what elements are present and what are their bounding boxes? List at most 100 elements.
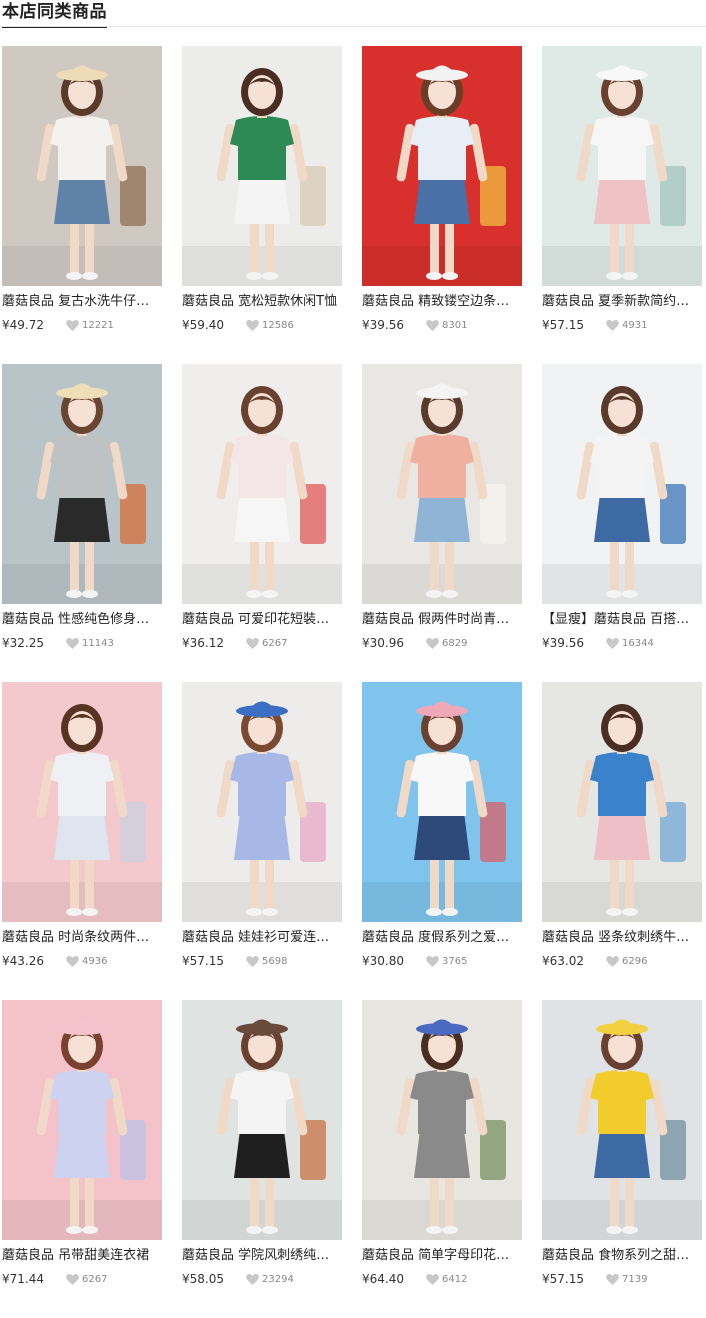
product-image[interactable] xyxy=(542,46,702,286)
product-title[interactable]: 蘑菇良品 复古水洗牛仔半身裙 xyxy=(2,293,162,311)
product-image[interactable] xyxy=(362,364,522,604)
product-image[interactable] xyxy=(2,682,162,922)
product-title[interactable]: 蘑菇良品 宽松短款休闲T恤 xyxy=(182,293,342,311)
product-title[interactable]: 蘑菇良品 学院风刺绣纯色上衣 xyxy=(182,1247,342,1265)
model-shoe-right xyxy=(262,590,278,598)
model-shoe-right xyxy=(82,1226,98,1234)
heart-icon xyxy=(246,1273,259,1285)
product-title[interactable]: 蘑菇良品 吊带甜美连衣裙 xyxy=(2,1247,162,1265)
model-shoe-left xyxy=(606,590,622,598)
like-count: 7139 xyxy=(606,1273,647,1285)
product-card[interactable]: 蘑菇良品 可爱印花短裝吊带 ¥36.12 6267 xyxy=(182,364,342,682)
model-shoe-right xyxy=(262,1226,278,1234)
product-card[interactable]: 蘑菇良品 宽松短款休闲T恤 ¥59.40 12586 xyxy=(182,46,342,364)
product-card[interactable]: 蘑菇良品 食物系列之甜品T恤 ¥57.15 7139 xyxy=(542,1000,702,1318)
like-count-value: 6296 xyxy=(622,955,648,967)
like-count: 12221 xyxy=(66,319,114,331)
model-bottom xyxy=(54,812,110,860)
product-title[interactable]: 蘑菇良品 娃娃衫可爱连衣裙 xyxy=(182,929,342,947)
product-price: ¥30.96 xyxy=(362,636,404,650)
product-card[interactable]: 蘑菇良品 时尚条纹两件套连衣裙 ¥43.26 4936 xyxy=(2,682,162,1000)
product-title[interactable]: 蘑菇良品 可爱印花短裝吊带 xyxy=(182,611,342,629)
product-image[interactable] xyxy=(182,364,342,604)
product-meta: ¥36.12 6267 xyxy=(182,635,342,651)
product-image[interactable] xyxy=(362,1000,522,1240)
like-count: 23294 xyxy=(246,1273,294,1285)
product-price: ¥58.05 xyxy=(182,1272,224,1286)
product-title[interactable]: 蘑菇良品 假两件时尚青春T恤 xyxy=(362,611,522,629)
heart-icon xyxy=(246,955,259,967)
product-image[interactable] xyxy=(542,364,702,604)
product-image[interactable] xyxy=(362,682,522,922)
product-card[interactable]: 【显瘦】蘑菇良品 百搭牛仔短裤 ¥39.56 16344 xyxy=(542,364,702,682)
like-count-value: 4931 xyxy=(622,319,648,331)
product-image[interactable] xyxy=(2,1000,162,1240)
heart-icon xyxy=(606,1273,619,1285)
product-card[interactable]: 蘑菇良品 简单字母印花连衣裙 ¥64.40 6412 xyxy=(362,1000,522,1318)
product-title[interactable]: 蘑菇良品 竖条纹刺绣牛仔半身裙 xyxy=(542,929,702,947)
product-card[interactable]: 蘑菇良品 精致镂空边条纹上衣 ¥39.56 8301 xyxy=(362,46,522,364)
model-top xyxy=(410,752,474,816)
product-card[interactable]: 蘑菇良品 学院风刺绣纯色上衣 ¥58.05 23294 xyxy=(182,1000,342,1318)
product-meta: ¥58.05 23294 xyxy=(182,1271,342,1287)
model-bottom xyxy=(54,494,110,542)
model-shoe-left xyxy=(66,272,82,280)
product-title[interactable]: 蘑菇良品 度假系列之爱心T恤 xyxy=(362,929,522,947)
product-card[interactable]: 蘑菇良品 娃娃衫可爱连衣裙 ¥57.15 5698 xyxy=(182,682,342,1000)
product-image[interactable] xyxy=(362,46,522,286)
photo-floor xyxy=(2,246,162,286)
model-top xyxy=(50,434,114,498)
photo-floor xyxy=(182,882,342,922)
heart-icon xyxy=(66,955,79,967)
product-card[interactable]: 蘑菇良品 吊带甜美连衣裙 ¥71.44 6267 xyxy=(2,1000,162,1318)
product-image[interactable] xyxy=(542,1000,702,1240)
heart-icon xyxy=(606,637,619,649)
product-meta: ¥71.44 6267 xyxy=(2,1271,162,1287)
product-meta: ¥39.56 16344 xyxy=(542,635,702,651)
product-card[interactable]: 蘑菇良品 复古水洗牛仔半身裙 ¥49.72 12221 xyxy=(2,46,162,364)
header-divider xyxy=(0,26,706,27)
product-image[interactable] xyxy=(542,682,702,922)
product-card[interactable]: 蘑菇良品 竖条纹刺绣牛仔半身裙 ¥63.02 6296 xyxy=(542,682,702,1000)
product-title[interactable]: 【显瘦】蘑菇良品 百搭牛仔短裤 xyxy=(542,611,702,629)
product-title[interactable]: 蘑菇良品 时尚条纹两件套连衣裙 xyxy=(2,929,162,947)
model-shoe-right xyxy=(442,590,458,598)
product-title[interactable]: 蘑菇良品 简单字母印花连衣裙 xyxy=(362,1247,522,1265)
product-image[interactable] xyxy=(182,1000,342,1240)
model-bottom xyxy=(414,812,470,860)
product-title[interactable]: 蘑菇良品 食物系列之甜品T恤 xyxy=(542,1247,702,1265)
model-top xyxy=(590,752,654,816)
photo-floor xyxy=(542,564,702,604)
product-image[interactable] xyxy=(2,364,162,604)
photo-floor xyxy=(362,564,522,604)
product-card[interactable]: 蘑菇良品 假两件时尚青春T恤 ¥30.96 6829 xyxy=(362,364,522,682)
product-price: ¥36.12 xyxy=(182,636,224,650)
model-bottom xyxy=(594,812,650,860)
product-meta: ¥64.40 6412 xyxy=(362,1271,522,1287)
product-title[interactable]: 蘑菇良品 性感纯色修身吊带背心 xyxy=(2,611,162,629)
photo-floor xyxy=(362,1200,522,1240)
model-shoe-left xyxy=(426,908,442,916)
model-shoe-left xyxy=(426,590,442,598)
model-top xyxy=(410,116,474,180)
heart-icon xyxy=(426,955,439,967)
photo-floor xyxy=(362,882,522,922)
product-image[interactable] xyxy=(182,46,342,286)
product-title[interactable]: 蘑菇良品 夏季新款简约背带裙 xyxy=(542,293,702,311)
model-shoe-left xyxy=(606,272,622,280)
model-top xyxy=(230,1070,294,1134)
product-card[interactable]: 蘑菇良品 性感纯色修身吊带背心 ¥32.25 11143 xyxy=(2,364,162,682)
model-shoe-right xyxy=(622,1226,638,1234)
photo-floor xyxy=(542,882,702,922)
product-card[interactable]: 蘑菇良品 度假系列之爱心T恤 ¥30.80 3765 xyxy=(362,682,522,1000)
product-image[interactable] xyxy=(182,682,342,922)
product-meta: ¥57.15 5698 xyxy=(182,953,342,969)
model-shoe-right xyxy=(442,908,458,916)
product-card[interactable]: 蘑菇良品 夏季新款简约背带裙 ¥57.15 4931 xyxy=(542,46,702,364)
like-count-value: 12221 xyxy=(82,319,114,331)
heart-icon xyxy=(426,319,439,331)
product-image[interactable] xyxy=(2,46,162,286)
model-bottom xyxy=(54,176,110,224)
heart-icon xyxy=(246,637,259,649)
product-title[interactable]: 蘑菇良品 精致镂空边条纹上衣 xyxy=(362,293,522,311)
